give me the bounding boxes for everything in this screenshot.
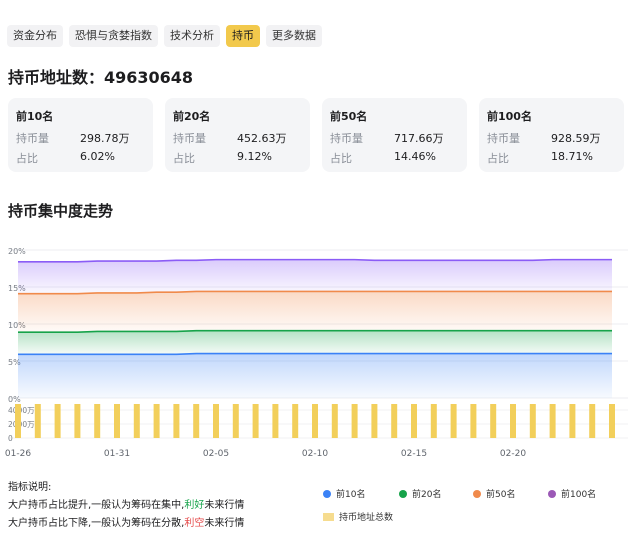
legend-item-address-total[interactable]: 持币地址总数 bbox=[323, 510, 393, 523]
bar bbox=[213, 404, 219, 438]
tab-fear-greed-index[interactable]: 恐惧与贪婪指数 bbox=[69, 25, 158, 47]
bar bbox=[193, 404, 200, 438]
bar bbox=[133, 404, 140, 438]
card-top20: 前20名 持币量 452.63万 占比 9.12% bbox=[165, 98, 310, 172]
card-title: 前100名 bbox=[487, 110, 532, 123]
hold-value: 298.78万 bbox=[80, 132, 130, 145]
bar bbox=[549, 404, 556, 438]
legend-dot bbox=[473, 489, 481, 498]
card-top10: 前10名 持币量 298.78万 占比 6.02% bbox=[8, 98, 153, 172]
bar bbox=[232, 404, 239, 438]
legend-item-top20[interactable]: 前20名 bbox=[399, 487, 441, 500]
pct-label: 占比 bbox=[173, 152, 195, 165]
hold-label: 持币量 bbox=[487, 132, 520, 145]
pct-label: 占比 bbox=[330, 152, 352, 165]
legend-dot bbox=[399, 489, 407, 498]
bar bbox=[589, 404, 596, 438]
bar bbox=[292, 404, 299, 438]
bar bbox=[411, 404, 417, 438]
legend-item-top100[interactable]: 前100名 bbox=[548, 487, 596, 500]
bar bbox=[54, 404, 61, 438]
bar bbox=[252, 404, 259, 438]
holder-address-count: 持币地址数：49630648 bbox=[8, 68, 194, 87]
hold-label: 持币量 bbox=[330, 132, 363, 145]
hold-label: 持币量 bbox=[16, 132, 49, 145]
legend-item-top50[interactable]: 前50名 bbox=[473, 487, 515, 500]
bar bbox=[351, 404, 358, 438]
bar bbox=[371, 404, 378, 438]
series-line-1 bbox=[18, 352, 612, 356]
notes-line-2: 大户持币占比下降,一般认为筹码在分散,利空未来行情 bbox=[8, 518, 245, 529]
hold-value: 452.63万 bbox=[237, 132, 287, 145]
legend-dot bbox=[323, 489, 331, 498]
indicator-notes: 指标说明: 大户持币占比提升,一般认为筹码在集中,利好未来行情 大户持币占比下降… bbox=[8, 479, 244, 533]
x-tick-label: 01-26 bbox=[5, 449, 31, 459]
card-top100: 前100名 持币量 928.59万 占比 18.71% bbox=[479, 98, 624, 172]
area-2 bbox=[18, 330, 612, 355]
bar bbox=[450, 404, 457, 438]
tab-technical-analysis[interactable]: 技术分析 bbox=[164, 25, 220, 47]
bar-y-tick-label: 4000万 bbox=[8, 406, 35, 415]
bar bbox=[510, 404, 516, 438]
bar bbox=[391, 404, 398, 438]
bar bbox=[114, 404, 120, 438]
notes-line-1: 大户持币占比提升,一般认为筹码在集中,利好未来行情 bbox=[8, 500, 245, 511]
concentration-chart[interactable]: 20%15%10%5%0%4000万2000万001-26 01-31 02-05 0… bbox=[0, 238, 644, 460]
legend-item-top10[interactable]: 前10名 bbox=[323, 487, 365, 500]
bar-y-tick-label: 2000万 bbox=[8, 420, 35, 429]
bar bbox=[173, 404, 180, 438]
area-3 bbox=[18, 291, 612, 333]
pct-value: 18.71% bbox=[551, 150, 593, 163]
bar bbox=[74, 404, 81, 438]
hold-value: 928.59万 bbox=[551, 132, 601, 145]
pct-value: 6.02% bbox=[80, 150, 115, 163]
area-4 bbox=[18, 259, 612, 294]
bar bbox=[15, 404, 21, 438]
bar bbox=[609, 404, 615, 438]
pct-value: 9.12% bbox=[237, 150, 272, 163]
pct-label: 占比 bbox=[487, 152, 509, 165]
x-tick-label: 01-31 bbox=[104, 449, 130, 459]
tab-more-data[interactable]: 更多数据 bbox=[266, 25, 322, 47]
card-title: 前20名 bbox=[173, 110, 211, 123]
card-top50: 前50名 持币量 717.66万 占比 14.46% bbox=[322, 98, 467, 172]
bar bbox=[470, 404, 477, 438]
pct-label: 占比 bbox=[16, 152, 38, 165]
tab-bar: 资金分布 恐惧与贪婪指数 技术分析 持币 更多数据 bbox=[7, 25, 322, 47]
bar bbox=[569, 404, 576, 438]
bar bbox=[490, 404, 497, 438]
holder-cards: 前10名 持币量 298.78万 占比 6.02% 前20名 持币量 452.63万 … bbox=[8, 98, 624, 172]
tab-fund-distribution[interactable]: 资金分布 bbox=[7, 25, 63, 47]
x-tick-label: 02-20 bbox=[500, 449, 526, 459]
bar bbox=[94, 404, 101, 438]
x-tick-label: 02-05 bbox=[203, 449, 229, 459]
notes-title: 指标说明: bbox=[8, 482, 52, 493]
bar bbox=[312, 404, 318, 438]
concentration-trend-title: 持币集中度走势 bbox=[8, 202, 114, 220]
card-title: 前50名 bbox=[330, 110, 368, 123]
hold-value: 717.66万 bbox=[394, 132, 444, 145]
legend-swatch bbox=[323, 512, 334, 521]
x-tick-label: 02-10 bbox=[302, 449, 328, 459]
hold-label: 持币量 bbox=[173, 132, 206, 145]
bar bbox=[153, 404, 160, 438]
bar-y-tick-label: 0 bbox=[8, 434, 13, 443]
tab-holdings[interactable]: 持币 bbox=[226, 25, 260, 47]
x-tick-label: 02-15 bbox=[401, 449, 427, 459]
bar bbox=[34, 404, 41, 438]
pct-value: 14.46% bbox=[394, 150, 436, 163]
card-title: 前10名 bbox=[16, 110, 54, 123]
y-tick-label: 20% bbox=[8, 247, 26, 256]
bar bbox=[272, 404, 279, 438]
area-1 bbox=[18, 353, 612, 398]
bar bbox=[529, 404, 536, 438]
bar bbox=[430, 404, 437, 438]
bar bbox=[331, 404, 338, 438]
legend-dot bbox=[548, 489, 556, 498]
